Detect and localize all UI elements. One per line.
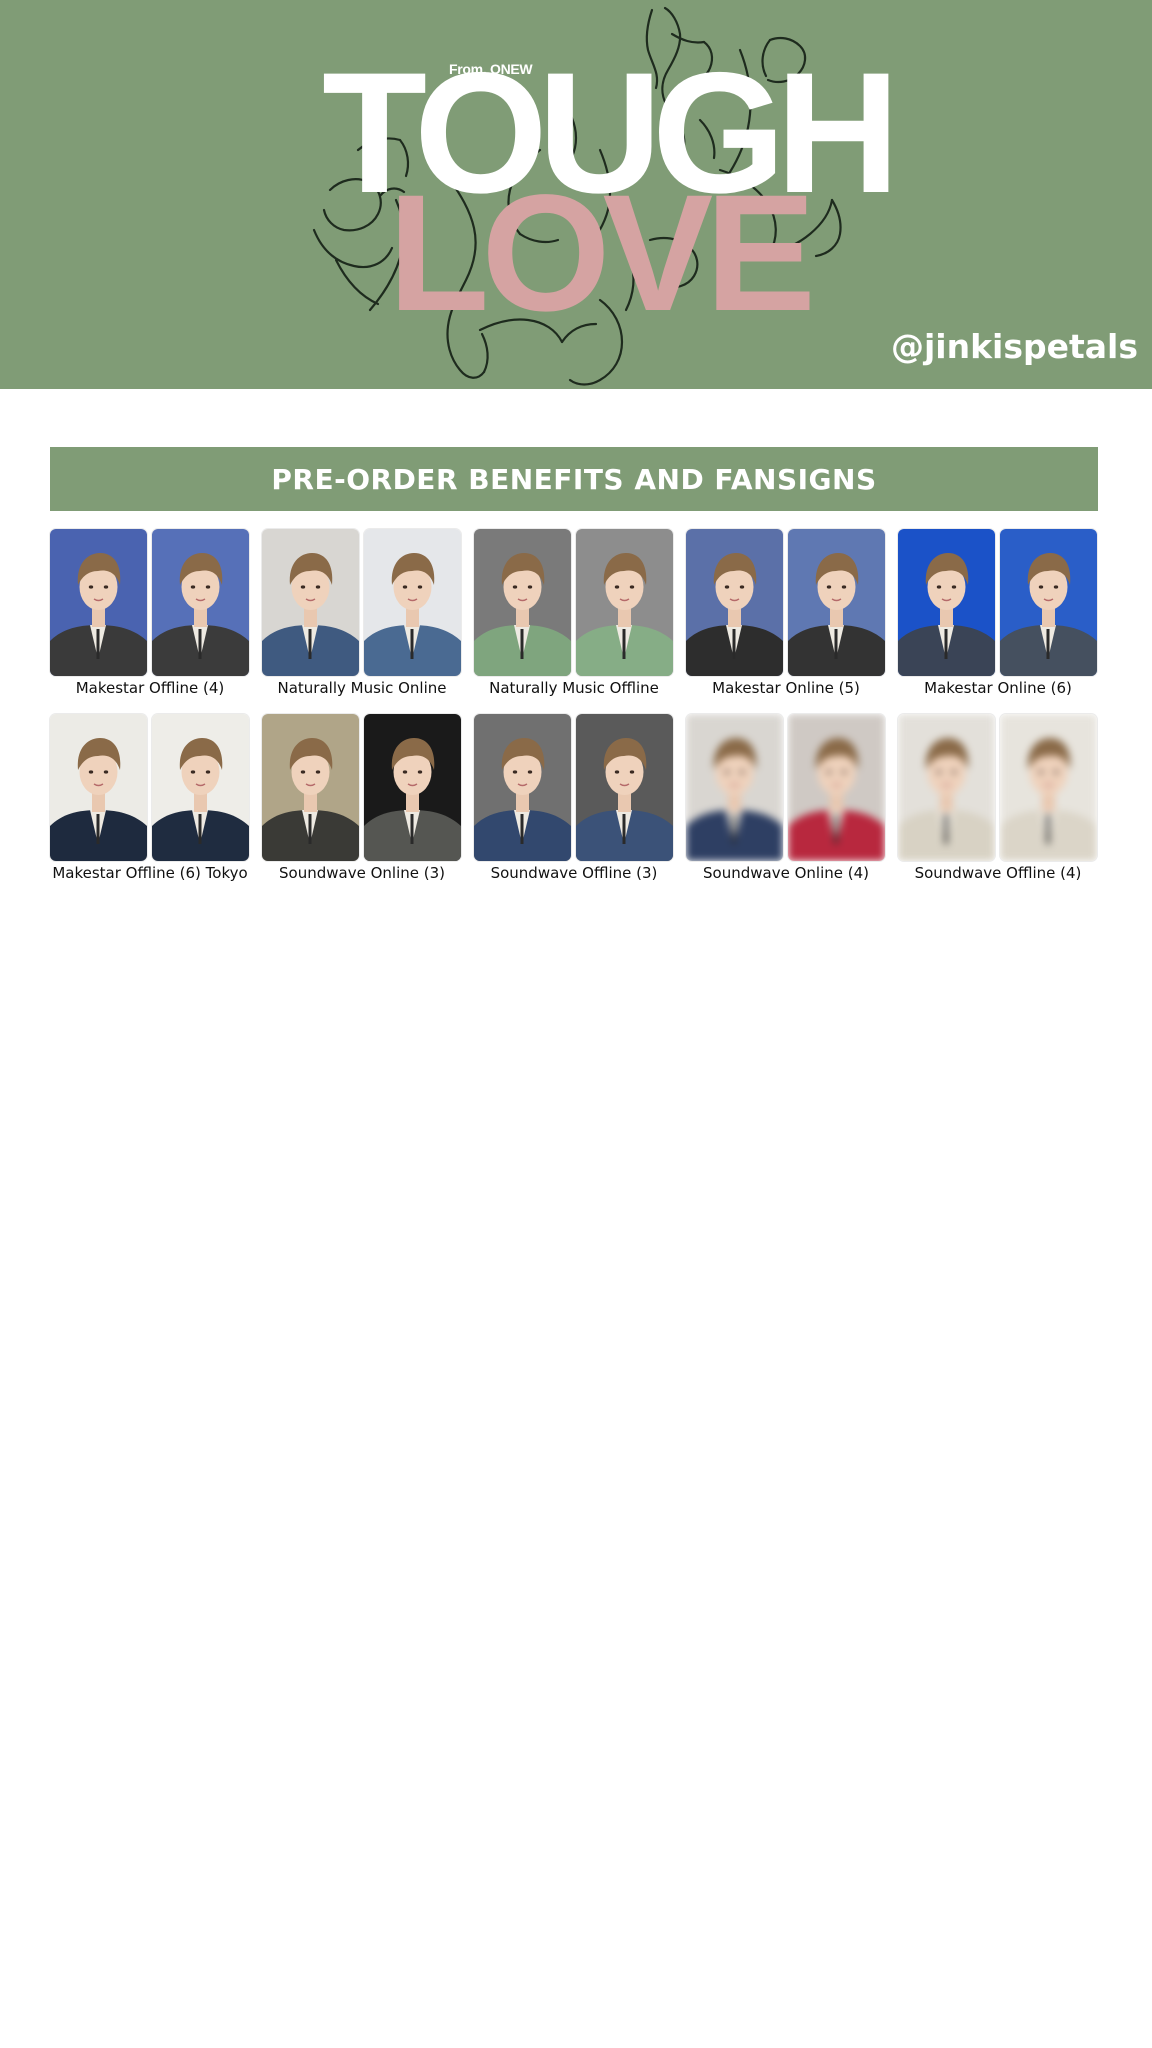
benefit-caption: Naturally Music Online (277, 679, 447, 697)
photocard-image (364, 529, 461, 676)
photocard-pair (898, 529, 1098, 676)
benefit-caption: Soundwave Offline (3) (490, 864, 658, 882)
benefits-row: Makestar Offline (6) Tokyo Soundwave Onli… (50, 714, 1102, 882)
benefit-caption: Soundwave Online (3) (279, 864, 445, 882)
photocard-pair (262, 714, 462, 861)
benefit-caption: Soundwave Online (4) (703, 864, 869, 882)
photocard-image (686, 714, 783, 861)
benefits-grid: Makestar Offline (4) Naturally Music Onli… (50, 529, 1102, 899)
benefit-item: Naturally Music Offline (474, 529, 674, 697)
section-title: PRE-ORDER BENEFITS AND FANSIGNS (271, 462, 877, 496)
photocard-pair (474, 529, 674, 676)
album-title-love: LOVE (388, 161, 816, 346)
photocard-image (788, 529, 885, 676)
photocard-image (898, 529, 995, 676)
benefit-caption: Makestar Offline (6) Tokyo (52, 864, 248, 882)
photocard-image (474, 529, 571, 676)
benefit-item: Makestar Offline (4) (50, 529, 250, 697)
photocard-image (1000, 529, 1097, 676)
photocard-image (474, 714, 571, 861)
header-banner: From. ONEW TOUGH LOVE @jinkispetals (0, 0, 1152, 389)
benefit-item: Soundwave Online (3) (262, 714, 462, 882)
benefit-item: Soundwave Offline (4) (898, 714, 1098, 882)
section-header-bar: PRE-ORDER BENEFITS AND FANSIGNS (50, 447, 1098, 511)
photocard-image (152, 529, 249, 676)
photocard-image (50, 529, 147, 676)
photocard-image (1000, 714, 1097, 861)
benefit-caption: Makestar Online (6) (924, 679, 1072, 697)
benefit-item: Makestar Offline (6) Tokyo (50, 714, 250, 882)
photocard-pair (262, 529, 462, 676)
photocard-pair (686, 714, 886, 861)
photocard-pair (50, 529, 250, 676)
photocard-image (262, 714, 359, 861)
photocard-image (898, 714, 995, 861)
photocard-pair (898, 714, 1098, 861)
benefit-item: Soundwave Online (4) (686, 714, 886, 882)
photocard-image (576, 529, 673, 676)
benefit-caption: Makestar Online (5) (712, 679, 860, 697)
benefit-item: Naturally Music Online (262, 529, 462, 697)
benefit-item: Soundwave Offline (3) (474, 714, 674, 882)
photocard-pair (50, 714, 250, 861)
photocard-image (686, 529, 783, 676)
benefit-item: Makestar Online (6) (898, 529, 1098, 697)
benefit-item: Makestar Online (5) (686, 529, 886, 697)
photocard-image (262, 529, 359, 676)
benefit-caption: Makestar Offline (4) (75, 679, 225, 697)
photocard-image (152, 714, 249, 861)
benefit-caption: Soundwave Offline (4) (914, 864, 1082, 882)
benefit-caption: Naturally Music Offline (489, 679, 659, 697)
twitter-handle: @jinkispetals (890, 327, 1138, 366)
photocard-pair (474, 714, 674, 861)
photocard-pair (686, 529, 886, 676)
photocard-image (576, 714, 673, 861)
photocard-image (788, 714, 885, 861)
photocard-image (50, 714, 147, 861)
photocard-image (364, 714, 461, 861)
benefits-row: Makestar Offline (4) Naturally Music Onli… (50, 529, 1102, 697)
